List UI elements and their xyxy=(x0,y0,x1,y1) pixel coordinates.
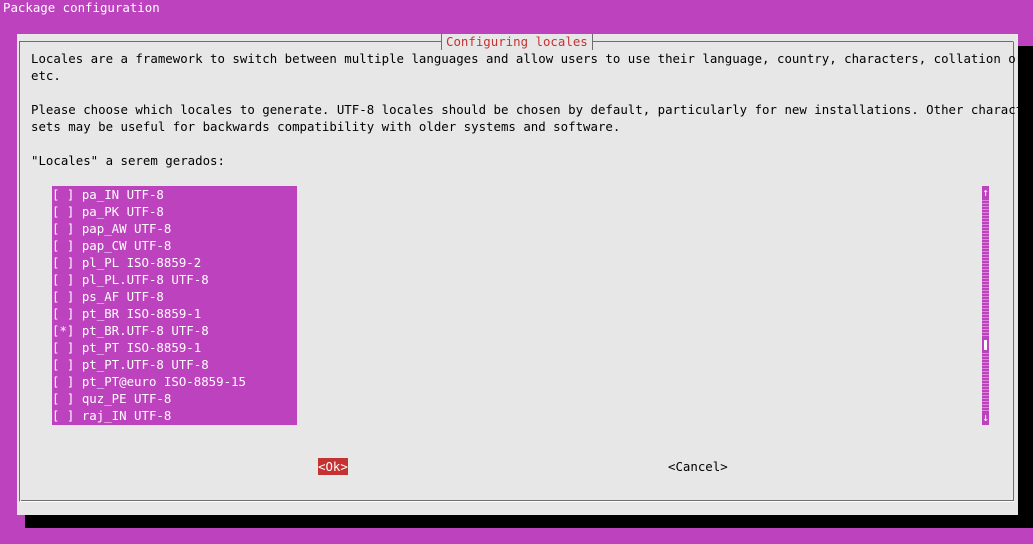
dialog-title: Configuring locales xyxy=(441,34,593,50)
locale-item-pt-br-utf8[interactable]: [*] pt_BR.UTF-8 UTF-8 xyxy=(52,322,297,339)
locale-list[interactable]: [ ] pa_IN UTF-8 [ ] pa_PK UTF-8 [ ] pap_… xyxy=(52,186,297,425)
description-line-1: Locales are a framework to switch betwee… xyxy=(31,51,1033,66)
screen-title: Package configuration xyxy=(3,0,160,15)
locale-item-pl-pl-iso-8859-2[interactable]: [ ] pl_PL ISO-8859-2 xyxy=(52,254,297,271)
locale-item-quz-pe-utf8[interactable]: [ ] quz_PE UTF-8 xyxy=(52,390,297,407)
locale-item-pap-cw-utf8[interactable]: [ ] pap_CW UTF-8 xyxy=(52,237,297,254)
locale-list-scrollbar[interactable]: ↑ ↓ xyxy=(982,186,989,425)
scroll-thumb[interactable] xyxy=(982,338,989,352)
locale-item-ps-af-utf8[interactable]: [ ] ps_AF UTF-8 xyxy=(52,288,297,305)
locale-item-pap-aw-utf8[interactable]: [ ] pap_AW UTF-8 xyxy=(52,220,297,237)
locale-item-pa-in-utf8[interactable]: [ ] pa_IN UTF-8 xyxy=(52,186,297,203)
locale-item-pt-pt-iso-8859-1[interactable]: [ ] pt_PT ISO-8859-1 xyxy=(52,339,297,356)
scroll-up-arrow-icon[interactable]: ↑ xyxy=(982,186,989,200)
cancel-button[interactable]: <Cancel> xyxy=(668,458,728,475)
configuration-dialog: Configuring locales Locales are a framew… xyxy=(17,34,1033,515)
description-line-4: Please choose which locales to generate.… xyxy=(31,102,1033,117)
locale-item-raj-in-utf8[interactable]: [ ] raj_IN UTF-8 xyxy=(52,407,297,424)
description-line-2: etc. xyxy=(31,68,61,83)
locale-item-pt-br-iso-8859-1[interactable]: [ ] pt_BR ISO-8859-1 xyxy=(52,305,297,322)
list-prompt: "Locales" a serem gerados: xyxy=(31,153,225,168)
ok-button[interactable]: <Ok> xyxy=(318,458,348,475)
locale-item-pl-pl-utf8[interactable]: [ ] pl_PL.UTF-8 UTF-8 xyxy=(52,271,297,288)
locale-item-pt-pt-euro-iso-8859-15[interactable]: [ ] pt_PT@euro ISO-8859-15 xyxy=(52,373,297,390)
locale-item-pa-pk-utf8[interactable]: [ ] pa_PK UTF-8 xyxy=(52,203,297,220)
description-line-5: sets may be useful for backwards compati… xyxy=(31,119,621,134)
locale-item-pt-pt-utf8[interactable]: [ ] pt_PT.UTF-8 UTF-8 xyxy=(52,356,297,373)
scroll-down-arrow-icon[interactable]: ↓ xyxy=(982,411,989,425)
